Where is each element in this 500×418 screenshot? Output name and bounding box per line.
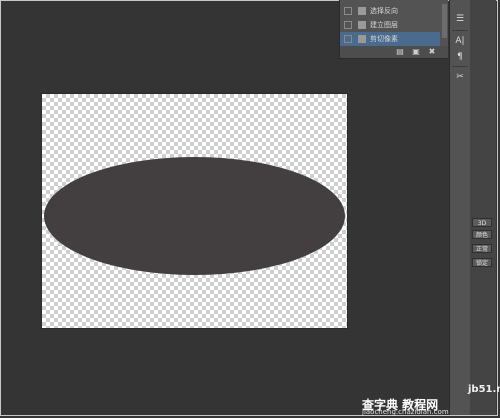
history-item-label: 剪切像素	[370, 35, 398, 43]
divider	[452, 30, 468, 31]
snapshot-checkbox[interactable]	[344, 21, 352, 29]
history-item-label: 建立图层	[370, 21, 398, 29]
3d-panel-button[interactable]: 3D	[472, 218, 492, 227]
workspace	[1, 1, 449, 415]
history-item[interactable]: 选择反向	[340, 4, 440, 18]
history-step-icon	[358, 7, 366, 15]
document-canvas[interactable]	[42, 94, 347, 328]
history-panel-icon[interactable]: ☰	[453, 12, 467, 26]
history-step-icon	[358, 35, 366, 43]
watermark: jb51.net 查字典 教程网 jiaocheng.chazidian.com	[362, 384, 500, 416]
ellipse-shape[interactable]	[44, 157, 345, 275]
panel-scrollbar[interactable]	[442, 4, 447, 38]
character-panel-icon[interactable]: A|	[453, 34, 467, 48]
tool-presets-icon[interactable]: ✂	[453, 70, 467, 84]
history-panel: 选择反向 建立图层 剪切像素 ▤ ▣ ✖	[339, 0, 448, 59]
color-panel-button[interactable]: 颜色	[472, 230, 492, 239]
trash-icon[interactable]: ✖	[428, 48, 436, 56]
watermark-url: jiaocheng.chazidian.com	[362, 408, 449, 416]
snapshot-checkbox[interactable]	[344, 35, 352, 43]
history-step-icon	[358, 21, 366, 29]
blend-mode-button[interactable]: 正常	[472, 244, 492, 253]
lock-button[interactable]: 锁定	[472, 258, 492, 267]
history-item[interactable]: 建立图层	[340, 18, 440, 32]
new-document-from-state-icon[interactable]: ▤	[396, 48, 404, 56]
divider	[452, 66, 468, 67]
watermark-site: jb51.net	[468, 384, 500, 395]
history-item-active[interactable]: 剪切像素	[340, 32, 440, 46]
history-item-label: 选择反向	[370, 7, 398, 15]
panel-footer: ▤ ▣ ✖	[340, 46, 448, 58]
collapsed-panel-column: 3D 颜色 正常 锁定	[470, 0, 496, 415]
camera-snapshot-icon[interactable]: ▣	[412, 48, 420, 56]
snapshot-checkbox[interactable]	[344, 7, 352, 15]
paragraph-panel-icon[interactable]: ¶	[453, 50, 467, 64]
panel-dock-strip: ☰ A| ¶ ✂	[449, 0, 471, 415]
